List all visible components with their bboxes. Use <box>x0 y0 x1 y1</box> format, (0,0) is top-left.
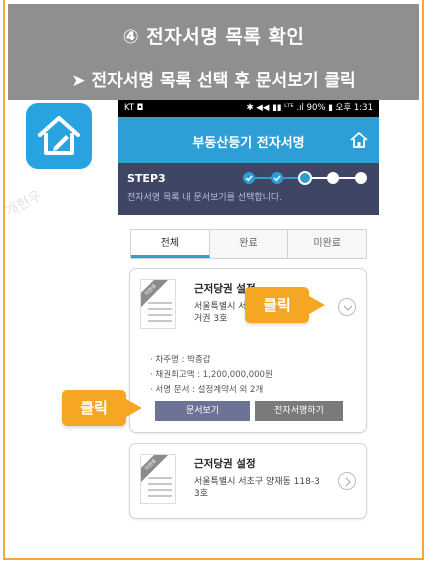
click-callout: 클릭 <box>62 390 126 426</box>
home-icon[interactable] <box>349 130 369 150</box>
document-thumbnail: 미완료 <box>140 279 176 329</box>
step-header: STEP3 전자서명 목록 내 문서보기를 선택합니다. <box>118 163 379 215</box>
carrier-label: KT ◘ <box>124 103 144 113</box>
sign-documents: 서명 문서 : 설정계약서 외 2개 <box>150 383 273 398</box>
status-indicators: ✱ ◀◀ ▮▮ ᴸᵀᴱ .ıl 90% ▮ 오후 1:31 <box>246 103 373 113</box>
tab-incomplete[interactable]: 미완료 <box>288 230 366 258</box>
max-claim-amount: 채권최고액 : 1,200,000,000원 <box>150 368 272 383</box>
document-address: 서울특별시 서초구 양재동 118-3 3호 <box>194 477 320 499</box>
phone-screen: KT ◘ ✱ ◀◀ ▮▮ ᴸᵀᴱ .ıl 90% ▮ 오후 1:31 부동산등기… <box>118 100 379 552</box>
step-done-icon <box>243 172 255 184</box>
tab-completed[interactable]: 완료 <box>210 230 289 258</box>
step-label: STEP3 <box>127 172 166 185</box>
status-bar: KT ◘ ✱ ◀◀ ▮▮ ᴸᵀᴱ .ıl 90% ▮ 오후 1:31 <box>118 100 379 117</box>
instruction-banner: ④ 전자서명 목록 확인 ➤ 전자서명 목록 선택 후 문서보기 클릭 <box>8 4 419 100</box>
chevron-down-icon[interactable] <box>338 298 356 316</box>
tab-all[interactable]: 전체 <box>131 230 210 258</box>
e-sign-button[interactable]: 전자서명하기 <box>255 401 343 421</box>
borrower-name: 차주명 : 박종갑 <box>150 353 273 368</box>
callout-arrow-icon <box>309 296 325 314</box>
filter-tabs: 전체 완료 미완료 <box>130 229 367 259</box>
app-title: 부동산등기 전자서명 <box>192 136 305 151</box>
step-description: 전자서명 목록 내 문서보기를 선택합니다. <box>127 193 283 203</box>
document-thumbnail: 미완료 <box>140 454 176 504</box>
banner-title: ④ 전자서명 목록 확인 <box>122 26 305 48</box>
document-title: 근저당권 설정 <box>194 458 256 470</box>
app-bar: 부동산등기 전자서명 <box>118 117 379 163</box>
step-pending-icon <box>355 172 367 184</box>
document-card[interactable]: 미완료 근저당권 설정 서울특별시 서초구 양재동 118-3 3호 <box>129 443 367 519</box>
callout-arrow-icon <box>126 399 142 417</box>
step-pending-icon <box>327 172 339 184</box>
view-document-button[interactable]: 문서보기 <box>155 401 250 421</box>
document-details: 차주명 : 박종갑 채권최고액 : 1,200,000,000원 서명 문서 :… <box>150 353 273 398</box>
step-done-icon <box>271 172 283 184</box>
chevron-right-icon[interactable] <box>338 472 356 490</box>
step-current-icon <box>298 171 312 185</box>
app-icon <box>26 103 92 169</box>
step-progress <box>243 171 367 185</box>
banner-subtitle: ➤ 전자서명 목록 선택 후 문서보기 클릭 <box>71 71 356 91</box>
click-callout: 클릭 <box>245 287 309 323</box>
house-pen-icon <box>38 116 80 155</box>
